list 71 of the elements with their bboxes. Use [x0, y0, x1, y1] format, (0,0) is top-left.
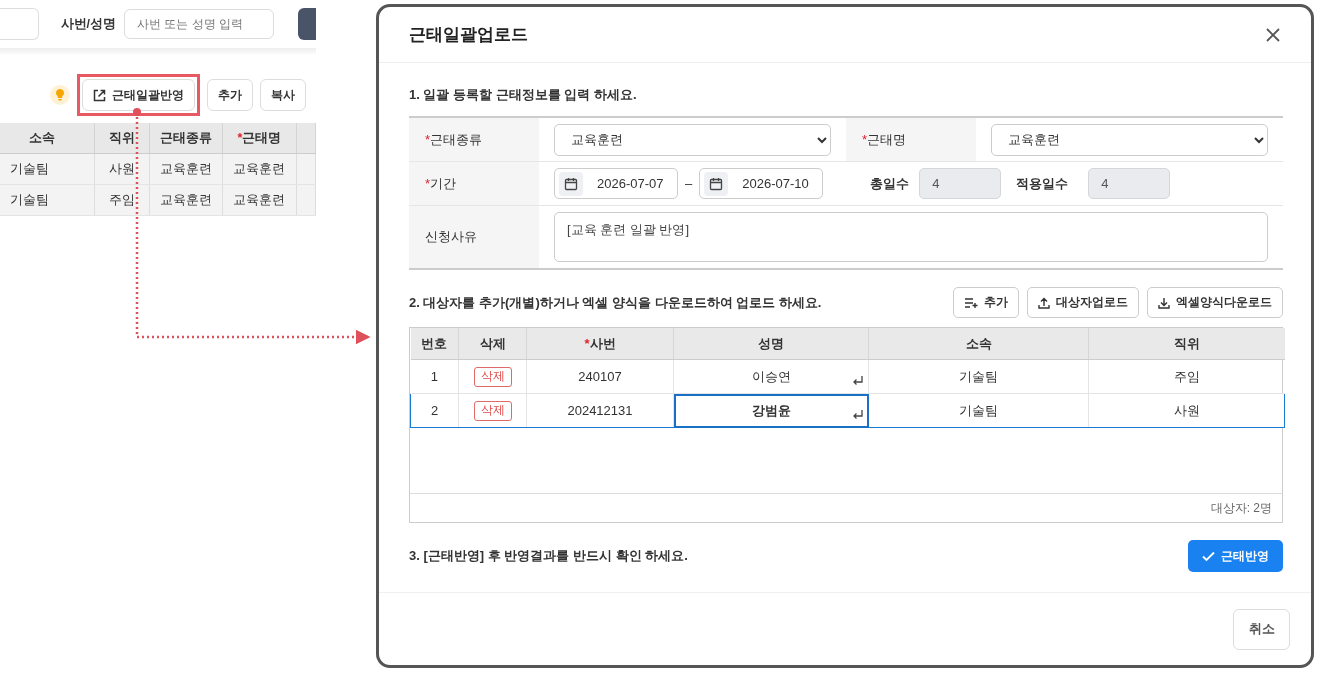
table-row[interactable]: 2 삭제 202412131 강범윤 기술팀 사원	[410, 393, 1285, 428]
search-label: 사번/성명	[60, 15, 117, 33]
column-header: 직위	[1088, 328, 1285, 360]
table-cell: 202412131	[526, 393, 674, 428]
close-icon[interactable]	[1265, 26, 1281, 43]
column-header: 번호	[410, 328, 459, 360]
field-label: 신청사유	[409, 206, 539, 268]
return-icon[interactable]	[852, 375, 864, 387]
field-label: *근태종류	[409, 118, 539, 161]
toolbar-button[interactable]: 엑셀양식다운로드	[1147, 287, 1283, 318]
column-header: *사번	[526, 328, 674, 360]
toolbar-button[interactable]: 추가	[207, 79, 253, 111]
table-cell: 교육훈련	[149, 184, 223, 216]
toolbar-button[interactable]: 근태일괄반영	[82, 79, 195, 111]
table-cell: 사원	[1088, 393, 1285, 428]
total-days-field: 4	[919, 168, 1002, 199]
table-cell: 240107	[526, 359, 674, 394]
table-cell: 기술팀	[0, 184, 95, 216]
column-header: 근태종류	[149, 123, 223, 154]
table-cell: 주임	[1088, 359, 1285, 394]
toolbar-button[interactable]: 추가	[953, 287, 1019, 318]
column-header: 삭제	[458, 328, 527, 360]
check-icon	[1202, 550, 1215, 562]
target-count: 대상자: 2명	[1210, 499, 1272, 517]
return-icon[interactable]	[852, 409, 864, 421]
date-field[interactable]: 2026-07-07	[554, 168, 678, 199]
delete-button[interactable]: 삭제	[473, 400, 512, 421]
column-header: 소속	[868, 328, 1089, 360]
field-label: *근태명	[846, 118, 976, 161]
download-icon	[1158, 296, 1170, 309]
column-header: 소속	[0, 123, 95, 154]
section-heading: 1. 일괄 등록할 근태정보를 입력 하세요.	[409, 86, 638, 104]
table-cell: 기술팀	[868, 359, 1089, 394]
search-button[interactable]	[298, 8, 316, 40]
search-field[interactable]: 사번 또는 성명 입력	[124, 9, 275, 39]
column-header: *근태명	[222, 123, 296, 154]
table-cell: 기술팀	[868, 393, 1089, 428]
table-cell: 이승연	[751, 368, 791, 384]
field-label: 적용일수	[1016, 174, 1069, 193]
column-header: 직위	[94, 123, 150, 154]
applied-days-field: 4	[1088, 168, 1171, 199]
table-cell: 2	[410, 393, 459, 428]
toolbar-button[interactable]: 대상자업로드	[1027, 287, 1139, 318]
add-list-icon	[964, 296, 978, 309]
attendance-name-select[interactable]: 교육훈련	[991, 123, 1268, 156]
toolbar-button[interactable]: 복사	[260, 79, 306, 111]
table-row[interactable]: 1 삭제 240107 이승연 기술팀 주임	[410, 359, 1285, 394]
filter-field[interactable]	[0, 8, 39, 40]
apply-button[interactable]: 근태반영	[1188, 540, 1283, 572]
field-label: *기간	[409, 162, 539, 205]
table-cell: 교육훈련	[222, 153, 296, 185]
field-label: 총일수	[870, 174, 910, 193]
table-cell: 1	[410, 359, 459, 394]
attendance-type-select[interactable]: 교육훈련	[554, 123, 831, 156]
range-separator: –	[685, 176, 693, 191]
calendar-icon[interactable]	[704, 171, 729, 196]
dialog-title: 근태일괄업로드	[409, 24, 528, 46]
table-cell: 교육훈련	[222, 184, 296, 216]
upload-icon	[1038, 296, 1050, 309]
reason-field[interactable]: [교육 훈련 일괄 반영]	[554, 212, 1268, 262]
section-heading: 2. 대상자를 추가(개별)하거나 엑셀 양식을 다운로드하여 업로드 하세요.	[409, 293, 822, 312]
column-header: 성명	[673, 328, 869, 360]
date-field[interactable]: 2026-07-10	[699, 168, 824, 199]
table-cell: 강범윤	[751, 402, 791, 418]
table-cell: 교육훈련	[149, 153, 223, 185]
delete-button[interactable]: 삭제	[473, 366, 512, 387]
table-cell: 기술팀	[0, 153, 95, 185]
external-link-icon	[93, 88, 106, 102]
section-heading: 3. [근태반영] 후 반영결과를 반드시 확인 하세요.	[409, 547, 688, 565]
cancel-button[interactable]: 취소	[1233, 608, 1290, 650]
calendar-icon[interactable]	[559, 171, 583, 196]
